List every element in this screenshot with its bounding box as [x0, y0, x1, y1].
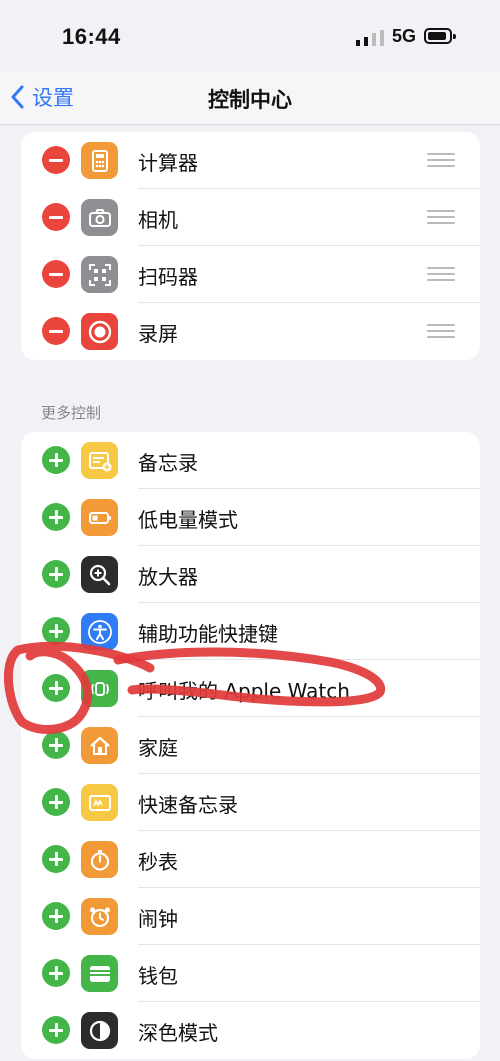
status-time: 16:44: [62, 24, 121, 49]
battery-icon: [424, 28, 456, 44]
control-label: 秒表: [138, 850, 178, 874]
qr-scanner-icon: [81, 256, 118, 293]
more-control-row: 放大器: [21, 546, 480, 603]
more-control-row: 呼叫我的 Apple Watch: [21, 660, 480, 717]
stopwatch-icon: [81, 841, 118, 878]
control-label: 快速备忘录: [138, 793, 238, 817]
more-control-row: 钱包: [21, 945, 480, 1002]
remove-button[interactable]: [42, 146, 70, 174]
calculator-icon: [81, 142, 118, 179]
included-control-row: 计算器: [21, 132, 480, 189]
more-control-row: 闹钟: [21, 888, 480, 945]
included-control-row: 相机: [21, 189, 480, 246]
section-header-more-controls: 更多控制: [41, 404, 102, 422]
more-control-row: 低电量模式: [21, 489, 480, 546]
control-label: 低电量模式: [138, 508, 238, 532]
watch-ping-icon: [81, 670, 118, 707]
accessibility-icon: [81, 613, 118, 650]
control-label: 计算器: [138, 151, 198, 175]
screen-record-icon: [81, 313, 118, 350]
reorder-handle-icon[interactable]: [427, 267, 455, 282]
more-control-row: 秒表: [21, 831, 480, 888]
alarm-icon: [81, 898, 118, 935]
control-label: 备忘录: [138, 451, 198, 475]
add-button[interactable]: [42, 902, 70, 930]
reorder-handle-icon[interactable]: [427, 153, 455, 168]
add-button[interactable]: [42, 731, 70, 759]
add-button[interactable]: [42, 959, 70, 987]
more-control-row: 家庭: [21, 717, 480, 774]
remove-button[interactable]: [42, 317, 70, 345]
battery-icon: [81, 499, 118, 536]
included-control-row: 录屏: [21, 303, 480, 360]
control-label: 钱包: [138, 964, 178, 988]
more-control-row: 辅助功能快捷键: [21, 603, 480, 660]
more-control-row: 快速备忘录: [21, 774, 480, 831]
remove-button[interactable]: [42, 260, 70, 288]
signal-icon: [356, 30, 384, 46]
reorder-handle-icon[interactable]: [427, 324, 455, 339]
dark-mode-icon: [81, 1012, 118, 1049]
add-button[interactable]: [42, 845, 70, 873]
add-button[interactable]: [42, 617, 70, 645]
quick-note-icon: [81, 784, 118, 821]
control-label: 相机: [138, 208, 178, 232]
control-label: 录屏: [138, 322, 178, 346]
control-label: 家庭: [138, 736, 178, 760]
control-label: 呼叫我的 Apple Watch: [138, 679, 350, 703]
network-type: 5G: [392, 26, 417, 46]
included-control-row: 扫码器: [21, 246, 480, 303]
control-label: 扫码器: [138, 265, 198, 289]
notes-icon: [81, 442, 118, 479]
add-button[interactable]: [42, 503, 70, 531]
more-control-row: 备忘录: [21, 432, 480, 489]
control-label: 闹钟: [138, 907, 178, 931]
control-label: 辅助功能快捷键: [138, 622, 278, 646]
more-control-row: 深色模式: [21, 1002, 480, 1059]
add-button[interactable]: [42, 560, 70, 588]
add-button[interactable]: [42, 788, 70, 816]
wallet-icon: [81, 955, 118, 992]
page-title: 控制中心: [208, 88, 292, 112]
add-button[interactable]: [42, 446, 70, 474]
status-bar: 16:44 5G: [0, 0, 500, 70]
remove-button[interactable]: [42, 203, 70, 231]
add-button[interactable]: [42, 674, 70, 702]
reorder-handle-icon[interactable]: [427, 210, 455, 225]
more-controls-list: 备忘录 低电量模式 放大器 辅助功能快捷键 呼叫我的 Apple Watch 家…: [21, 432, 480, 1059]
home-icon: [81, 727, 118, 764]
add-button[interactable]: [42, 1016, 70, 1044]
magnifier-icon: [81, 556, 118, 593]
control-label: 放大器: [138, 565, 198, 589]
camera-icon: [81, 199, 118, 236]
control-label: 深色模式: [138, 1021, 218, 1045]
included-controls-list: 计算器 相机 扫码器 录屏: [21, 132, 480, 360]
navigation-bar: 设置 控制中心: [0, 72, 500, 125]
